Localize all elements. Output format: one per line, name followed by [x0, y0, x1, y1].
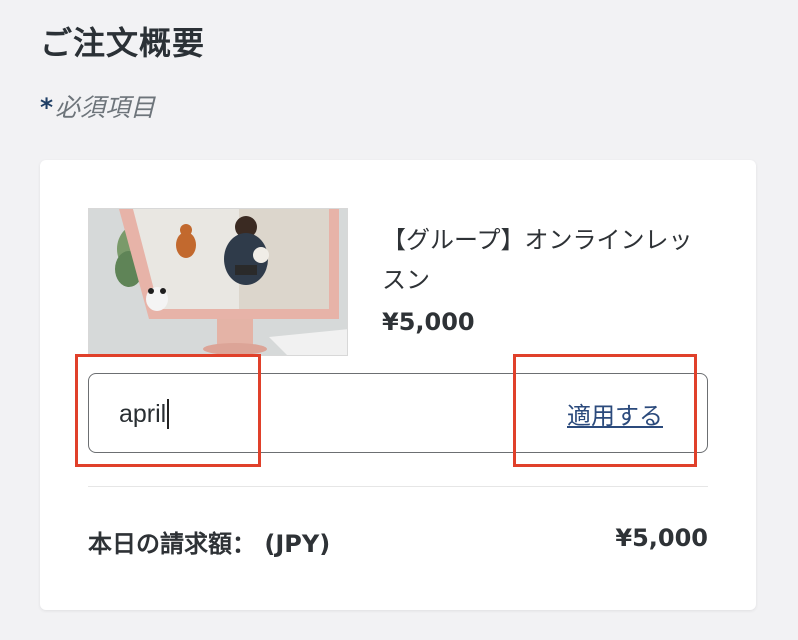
page-title: ご注文概要 — [40, 24, 206, 62]
total-label: 本日の請求額： (JPY) — [88, 530, 331, 558]
order-card: 【グループ】オンラインレッスン ¥5,000 april 適用する 本日の請求額… — [40, 160, 756, 610]
product-thumbnail — [88, 208, 348, 356]
divider — [88, 486, 708, 487]
required-note: *必須項目 — [40, 88, 155, 124]
product-name: 【グループ】オンラインレッスン — [382, 226, 693, 294]
total-amount: ¥5,000 — [615, 524, 708, 552]
apply-coupon-button[interactable]: 適用する — [567, 396, 663, 431]
coupon-input[interactable]: april — [119, 394, 499, 434]
coupon-field[interactable]: april 適用する — [88, 373, 708, 453]
text-caret — [167, 399, 170, 429]
product-price: ¥5,000 — [382, 308, 475, 336]
product-photo-illustration — [89, 209, 347, 355]
coupon-input-value: april — [119, 399, 167, 428]
order-summary-page: ご注文概要 *必須項目 【グループ】オンラインレッスン ¥5,000 april… — [0, 0, 798, 640]
required-star: * — [40, 93, 54, 122]
required-label: 必須項目 — [55, 93, 156, 122]
